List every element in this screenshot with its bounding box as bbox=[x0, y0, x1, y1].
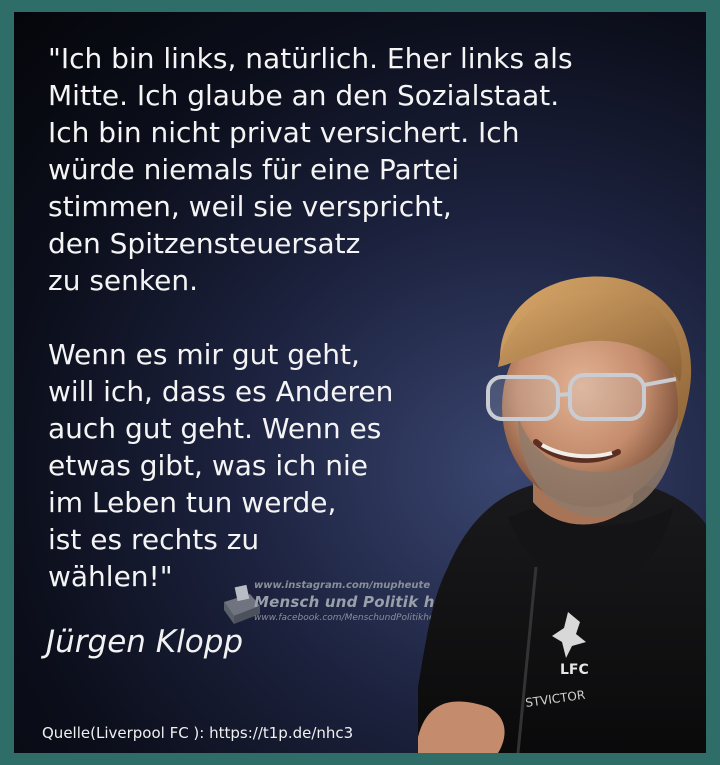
portrait-photo: LFC STVICTOR bbox=[418, 276, 706, 753]
quote-author: Jürgen Klopp bbox=[46, 624, 244, 660]
quote-card: "Ich bin links, natürlich. Eher links al… bbox=[14, 12, 706, 753]
crest-text: LFC bbox=[560, 662, 589, 678]
quote-paragraph-1: "Ich bin links, natürlich. Eher links al… bbox=[48, 42, 573, 297]
image-frame: "Ich bin links, natürlich. Eher links al… bbox=[0, 0, 720, 765]
source-caption: Quelle(Liverpool FC ): https://t1p.de/nh… bbox=[42, 724, 354, 742]
watermark-instagram: www.instagram.com/mupheute bbox=[254, 580, 431, 591]
